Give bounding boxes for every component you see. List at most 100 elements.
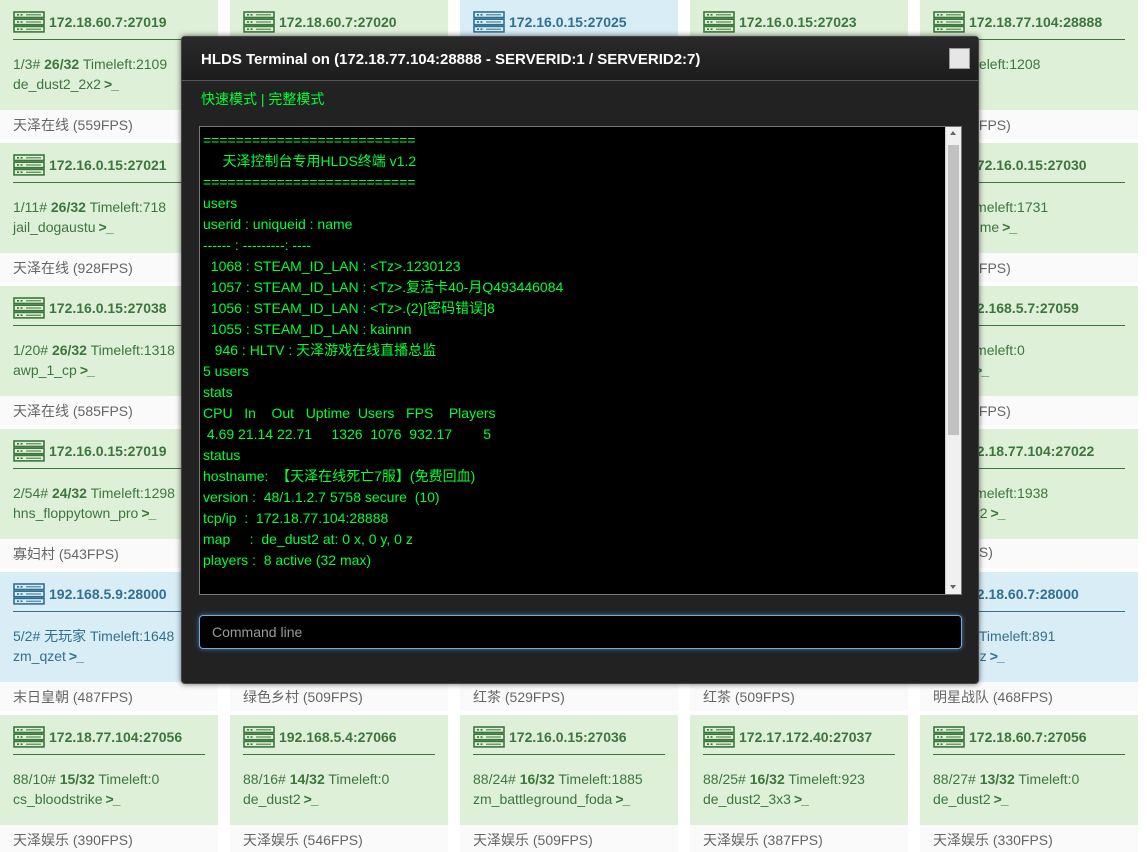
server-footer: 红茶 (529FPS)	[460, 682, 678, 711]
server-icon	[703, 10, 735, 33]
server-address[interactable]: 172.16.0.15:27023	[739, 14, 857, 30]
server-icon	[933, 725, 965, 748]
server-status-line: 88/16# 14/32 Timeleft:0	[243, 769, 435, 789]
map-name: jail_dogaustu	[13, 219, 96, 235]
terminal-icon[interactable]: >_	[69, 646, 84, 666]
server-address[interactable]: 172.16.0.15:27030	[969, 157, 1087, 173]
server-card-body: 172.16.0.15:27036 88/24# 16/32 Timeleft:1…	[460, 715, 678, 825]
console-scrollbar[interactable]	[945, 127, 961, 594]
server-rank: 1/3#	[13, 56, 45, 72]
server-address[interactable]: 172.18.60.7:27020	[279, 14, 397, 30]
console-output[interactable]: ========================== 天泽控制台专用HLDS终端…	[199, 126, 962, 595]
server-card-body: 192.168.5.4:27066 88/16# 14/32 Timeleft:0…	[230, 715, 448, 825]
server-card[interactable]: 192.168.5.4:27066 88/16# 14/32 Timeleft:0…	[230, 715, 448, 852]
server-card-header: 192.168.5.4:27066	[243, 715, 435, 755]
server-card-header: 172.16.0.15:27038	[13, 286, 205, 326]
console-line: userid : uniqueid : name	[203, 216, 353, 232]
full-mode-link[interactable]: 完整模式	[268, 91, 324, 107]
server-address[interactable]: 72.18.60.7:28000	[969, 586, 1079, 602]
close-button[interactable]	[949, 48, 970, 69]
terminal-icon[interactable]: >_	[104, 74, 119, 94]
server-address[interactable]: 72.18.77.104:27022	[969, 443, 1094, 459]
player-count: 16/32	[519, 771, 555, 787]
server-address[interactable]: 172.18.60.7:27019	[49, 14, 167, 30]
server-address[interactable]: 172.16.0.15:27038	[49, 300, 167, 316]
map-name: de_dust2	[243, 791, 301, 807]
terminal-icon[interactable]: >_	[615, 789, 630, 809]
server-address[interactable]: 172.16.0.15:27036	[509, 729, 627, 745]
server-footer: 天泽娱乐 (387FPS)	[690, 825, 908, 852]
map-name: zm_battleground_foda	[473, 791, 613, 807]
terminal-icon[interactable]: >_	[106, 789, 121, 809]
server-address[interactable]: 172.17.172.40:27037	[739, 729, 872, 745]
server-card[interactable]: 172.16.0.15:27036 88/24# 16/32 Timeleft:1…	[460, 715, 678, 852]
fast-mode-link[interactable]: 快速模式	[201, 91, 257, 107]
server-status-line: 88/25# 16/32 Timeleft:923	[703, 769, 895, 789]
command-line-input[interactable]	[199, 615, 962, 649]
server-icon	[473, 725, 505, 748]
server-card-header: 172.16.0.15:27019	[13, 429, 205, 469]
time-left: Timeleft:718	[85, 199, 167, 215]
server-address[interactable]: 172.18.77.104:27056	[49, 729, 182, 745]
server-footer: 红茶 (509FPS)	[690, 682, 908, 711]
time-left: Timeleft:0	[324, 771, 390, 787]
server-icon	[243, 10, 275, 33]
server-address[interactable]: 192.168.5.9:28000	[49, 586, 167, 602]
console-line: 1057 : STEAM_ID_LAN : <Tz>.复活卡40-月Q49344…	[203, 279, 564, 295]
map-name: de_dust2_3x3	[703, 791, 791, 807]
terminal-icon[interactable]: >_	[80, 360, 95, 380]
terminal-icon[interactable]: >_	[990, 503, 1005, 523]
map-name: cs_bloodstrike	[13, 791, 103, 807]
server-address[interactable]: 192.168.5.4:27066	[279, 729, 397, 745]
server-icon	[13, 296, 45, 319]
console-line: 1056 : STEAM_ID_LAN : <Tz>.(2)[密码错误]8	[203, 300, 495, 316]
server-map-line: zm_battleground_foda >_	[473, 789, 665, 809]
map-name: zm_qzet	[13, 648, 66, 664]
server-footer: 天泽娱乐 (509FPS)	[460, 825, 678, 852]
server-address[interactable]: 172.18.60.7:27056	[969, 729, 1087, 745]
server-footer: 天泽娱乐 (390FPS)	[0, 825, 218, 852]
console-line: 5 users	[203, 363, 249, 379]
terminal-icon[interactable]: >_	[994, 789, 1009, 809]
server-rank: 88/16#	[243, 771, 290, 787]
scroll-thumb[interactable]	[948, 145, 959, 435]
server-address[interactable]: 172.16.0.15:27025	[509, 14, 627, 30]
terminal-icon[interactable]: >_	[990, 646, 1005, 666]
scroll-up-icon[interactable]	[950, 131, 956, 135]
player-count: 26/32	[50, 199, 86, 215]
server-address[interactable]: 172.18.77.104:28888	[969, 14, 1102, 30]
server-map-line: de_dust2_2x2 >_	[13, 74, 205, 94]
terminal-icon[interactable]: >_	[99, 217, 114, 237]
server-card-header: 172.16.0.15:27036	[473, 715, 665, 755]
scroll-down-icon[interactable]	[950, 585, 956, 589]
server-address[interactable]: 172.16.0.15:27021	[49, 157, 167, 173]
map-name: awp_1_cp	[13, 362, 77, 378]
server-map-line: awp_1_cp >_	[13, 360, 205, 380]
time-left: Timeleft:891	[978, 628, 1056, 644]
server-card[interactable]: 172.17.172.40:27037 88/25# 16/32 Timeleft…	[690, 715, 908, 852]
console-line: hostname: 【天泽在线死亡7服】(免费回血)	[203, 468, 476, 484]
console-line: CPU In Out Uptime Users FPS Players	[203, 405, 496, 421]
console-line: 946 : HLTV : 天泽游戏在线直播总监	[203, 342, 437, 358]
terminal-icon[interactable]: >_	[141, 503, 156, 523]
server-card-header: 172.16.0.15:27023	[703, 0, 895, 40]
server-footer: 天泽娱乐 (546FPS)	[230, 825, 448, 852]
server-map-line: de_dust2_3x3 >_	[703, 789, 895, 809]
console-line: 1068 : STEAM_ID_LAN : <Tz>.1230123	[203, 258, 461, 274]
server-footer: 天泽娱乐 (330FPS)	[920, 825, 1138, 852]
server-card-header: 172.18.60.7:27056	[933, 715, 1125, 755]
time-left: Timeleft:1298	[86, 485, 175, 501]
player-count: 14/32	[289, 771, 325, 787]
player-count: 16/32	[749, 771, 785, 787]
server-address[interactable]: 92.168.5.7:27059	[969, 300, 1079, 316]
terminal-icon[interactable]: >_	[304, 789, 319, 809]
time-left: Timeleft:1648	[90, 628, 175, 644]
server-status-line: 2/54# 24/32 Timeleft:1298	[13, 483, 205, 503]
server-footer: 绿色乡村 (509FPS)	[230, 682, 448, 711]
server-card[interactable]: 172.18.77.104:27056 88/10# 15/32 Timeleft…	[0, 715, 218, 852]
terminal-icon[interactable]: >_	[794, 789, 809, 809]
terminal-icon[interactable]: >_	[1002, 217, 1017, 237]
server-address[interactable]: 172.16.0.15:27019	[49, 443, 167, 459]
server-card[interactable]: 172.18.60.7:27056 88/27# 13/32 Timeleft:0…	[920, 715, 1138, 852]
server-icon	[13, 10, 45, 33]
